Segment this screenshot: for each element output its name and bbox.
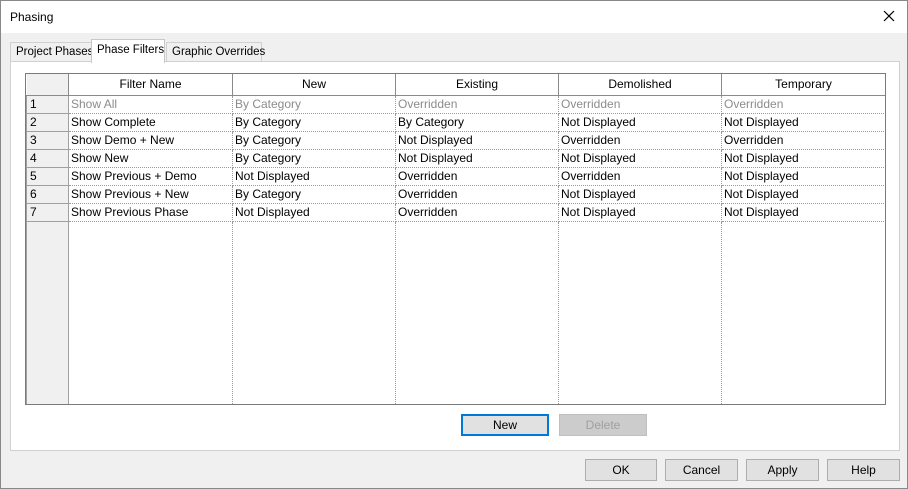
- row-number[interactable]: 7: [26, 203, 69, 222]
- demolished-cell: Overridden: [558, 95, 722, 114]
- existing-cell[interactable]: Overridden: [395, 203, 559, 222]
- table-row[interactable]: 1 Show All By Category Overridden Overri…: [26, 95, 885, 114]
- help-button[interactable]: Help: [827, 459, 900, 481]
- tab-project-phases[interactable]: Project Phases: [10, 42, 93, 62]
- empty-table-area: [26, 221, 885, 404]
- row-number[interactable]: 4: [26, 149, 69, 168]
- filter-name-cell[interactable]: Show Demo + New: [68, 131, 233, 150]
- new-cell[interactable]: Not Displayed: [232, 167, 396, 186]
- filter-name-cell[interactable]: Show Previous + New: [68, 185, 233, 204]
- tab-graphic-overrides[interactable]: Graphic Overrides: [166, 42, 265, 62]
- table-row[interactable]: 4 Show New By Category Not Displayed Not…: [26, 149, 885, 168]
- existing-cell[interactable]: Not Displayed: [395, 149, 559, 168]
- demolished-cell[interactable]: Not Displayed: [558, 203, 722, 222]
- apply-button[interactable]: Apply: [746, 459, 819, 481]
- existing-cell[interactable]: Overridden: [395, 167, 559, 186]
- close-button[interactable]: [877, 5, 901, 27]
- new-cell[interactable]: By Category: [232, 113, 396, 132]
- empty-row-header: [26, 221, 69, 404]
- empty-cell: [721, 221, 885, 404]
- filter-name-cell[interactable]: Show Complete: [68, 113, 233, 132]
- demolished-cell[interactable]: Not Displayed: [558, 113, 722, 132]
- demolished-cell[interactable]: Not Displayed: [558, 185, 722, 204]
- phasing-dialog: Phasing Project Phases Phase Filters Gra…: [0, 0, 908, 489]
- tab-phase-filters[interactable]: Phase Filters: [91, 39, 165, 63]
- dialog-title: Phasing: [10, 10, 54, 24]
- temporary-cell: Overridden: [721, 95, 885, 114]
- column-header-temporary[interactable]: Temporary: [721, 74, 885, 96]
- cancel-button[interactable]: Cancel: [665, 459, 738, 481]
- new-cell[interactable]: Not Displayed: [232, 203, 396, 222]
- ok-button[interactable]: OK: [585, 459, 657, 481]
- temporary-cell[interactable]: Not Displayed: [721, 149, 885, 168]
- phase-filters-table: Filter Name New Existing Demolished Temp…: [25, 73, 886, 405]
- phase-filters-panel: Filter Name New Existing Demolished Temp…: [10, 61, 900, 451]
- table-row[interactable]: 5 Show Previous + Demo Not Displayed Ove…: [26, 167, 885, 186]
- column-header-filter-name[interactable]: Filter Name: [68, 74, 233, 96]
- table-row[interactable]: 3 Show Demo + New By Category Not Displa…: [26, 131, 885, 150]
- temporary-cell[interactable]: Not Displayed: [721, 203, 885, 222]
- new-cell: By Category: [232, 95, 396, 114]
- table-header-row: Filter Name New Existing Demolished Temp…: [26, 74, 885, 96]
- table-row[interactable]: 2 Show Complete By Category By Category …: [26, 113, 885, 132]
- empty-cell: [558, 221, 722, 404]
- temporary-cell[interactable]: Not Displayed: [721, 167, 885, 186]
- column-header-demolished[interactable]: Demolished: [558, 74, 722, 96]
- row-number[interactable]: 5: [26, 167, 69, 186]
- filter-name-cell[interactable]: Show Previous Phase: [68, 203, 233, 222]
- delete-filter-button: Delete: [559, 414, 647, 436]
- new-cell[interactable]: By Category: [232, 185, 396, 204]
- column-header-existing[interactable]: Existing: [395, 74, 559, 96]
- row-number[interactable]: 1: [26, 95, 69, 114]
- table-row[interactable]: 6 Show Previous + New By Category Overri…: [26, 185, 885, 204]
- row-number[interactable]: 2: [26, 113, 69, 132]
- temporary-cell[interactable]: Not Displayed: [721, 185, 885, 204]
- demolished-cell[interactable]: Not Displayed: [558, 149, 722, 168]
- new-filter-button[interactable]: New: [461, 414, 549, 436]
- row-number[interactable]: 3: [26, 131, 69, 150]
- existing-cell: Overridden: [395, 95, 559, 114]
- row-number[interactable]: 6: [26, 185, 69, 204]
- filter-name-cell[interactable]: Show Previous + Demo: [68, 167, 233, 186]
- filter-name-cell[interactable]: Show New: [68, 149, 233, 168]
- filter-name-cell: Show All: [68, 95, 233, 114]
- new-cell[interactable]: By Category: [232, 149, 396, 168]
- corner-header: [26, 74, 69, 96]
- demolished-cell[interactable]: Overridden: [558, 131, 722, 150]
- empty-cell: [395, 221, 559, 404]
- column-header-new[interactable]: New: [232, 74, 396, 96]
- title-bar: Phasing: [1, 1, 907, 33]
- existing-cell[interactable]: Overridden: [395, 185, 559, 204]
- demolished-cell[interactable]: Overridden: [558, 167, 722, 186]
- table-row[interactable]: 7 Show Previous Phase Not Displayed Over…: [26, 203, 885, 222]
- new-cell[interactable]: By Category: [232, 131, 396, 150]
- empty-cell: [232, 221, 396, 404]
- existing-cell[interactable]: By Category: [395, 113, 559, 132]
- existing-cell[interactable]: Not Displayed: [395, 131, 559, 150]
- temporary-cell[interactable]: Overridden: [721, 131, 885, 150]
- close-icon: [883, 10, 895, 22]
- temporary-cell[interactable]: Not Displayed: [721, 113, 885, 132]
- empty-cell: [68, 221, 233, 404]
